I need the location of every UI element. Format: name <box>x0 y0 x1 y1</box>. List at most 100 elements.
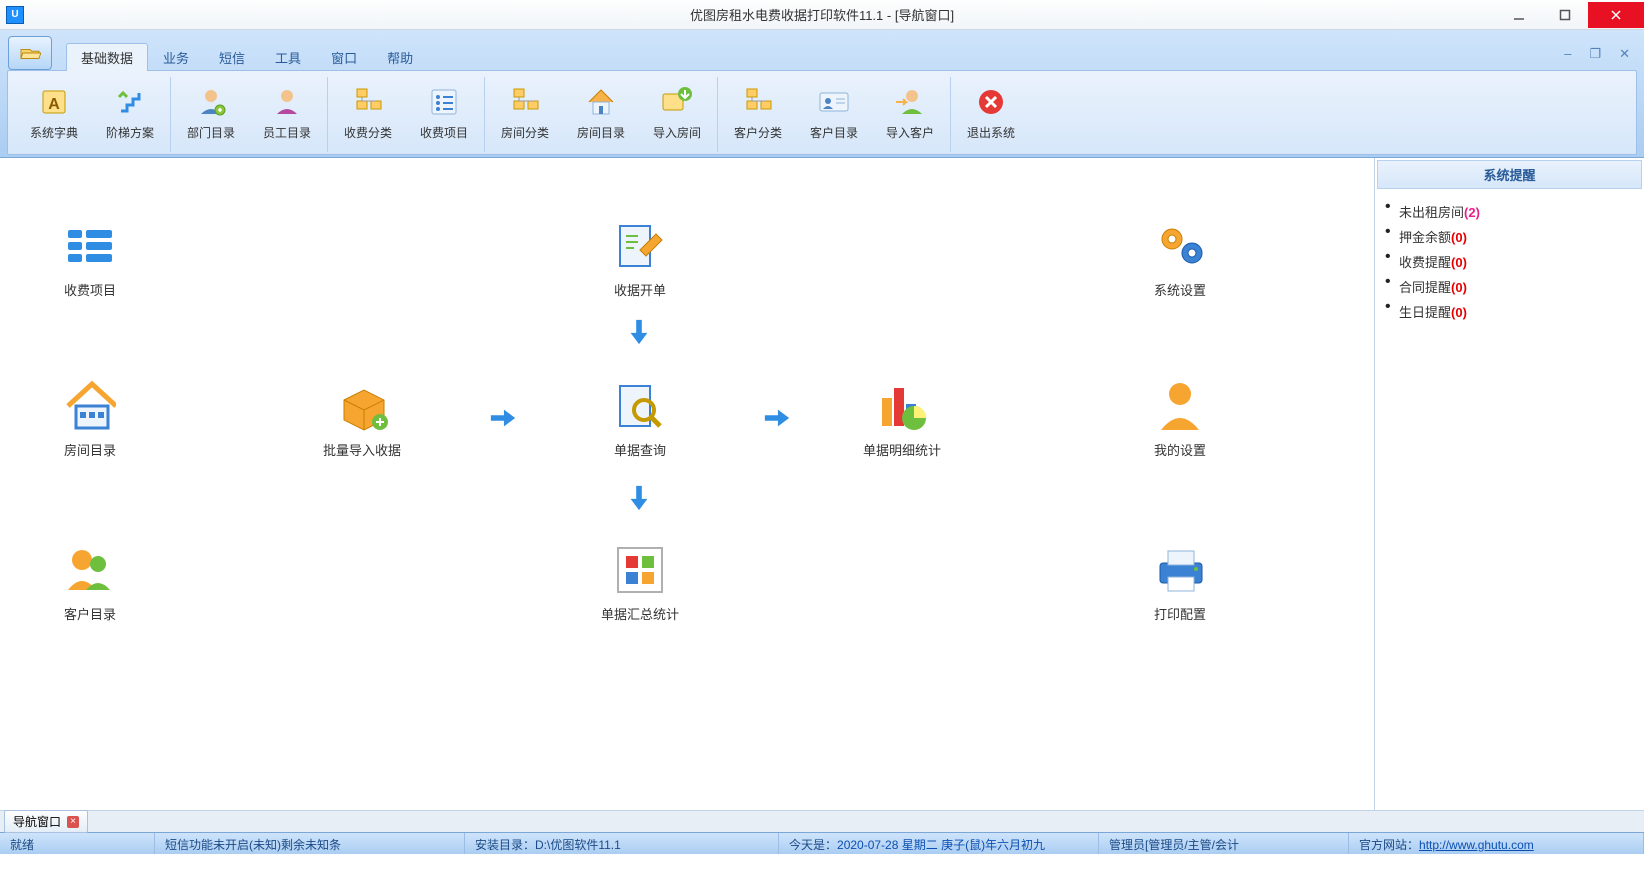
fee-category-label: 收费分类 <box>344 124 392 141</box>
nav-bill-query[interactable]: 单据查询 <box>580 380 700 459</box>
nav-my-setting[interactable]: 我的设置 <box>1120 380 1240 459</box>
document-tabstrip: 导航窗口 × <box>0 810 1644 832</box>
reminder-birthday[interactable]: 生日提醒(0) <box>1399 299 1634 324</box>
nav-bill-summary[interactable]: 单据汇总统计 <box>580 544 700 623</box>
box-icon <box>336 380 388 432</box>
ribbon-group-2: 部门目录 员工目录 <box>171 77 328 152</box>
customer-dir-button[interactable]: 客户目录 <box>796 79 872 150</box>
mdi-minimize-icon[interactable]: – <box>1560 46 1575 62</box>
main-content: 收费项目 房间目录 客户目录 批量导入收据 收据开单 单据查询 单据汇总统计 <box>0 158 1644 810</box>
mdi-restore-icon[interactable]: ❐ <box>1585 46 1605 62</box>
status-today: 今天是：2020-07-28 星期二 庚子(鼠)年六月初九 <box>779 833 1099 854</box>
import-customer-button[interactable]: 导入客户 <box>872 79 948 150</box>
status-install: 安装目录：D:\优图软件11.1 <box>465 833 779 854</box>
nav-room-dir[interactable]: 房间目录 <box>30 380 150 459</box>
reminder-fee-count: (0) <box>1451 255 1467 270</box>
ladder-plan-button[interactable]: 阶梯方案 <box>92 79 168 150</box>
mdi-close-icon[interactable]: ✕ <box>1615 46 1634 62</box>
window-title: 优图房租水电费收据打印软件11.1 - [导航窗口] <box>0 5 1644 24</box>
reminder-deposit[interactable]: 押金余额(0) <box>1399 224 1634 249</box>
reminder-contract-count: (0) <box>1451 280 1467 295</box>
nav-bill-detail[interactable]: 单据明细统计 <box>842 380 962 459</box>
reminder-panel: 系统提醒 未出租房间(2) 押金余额(0) 收费提醒(0) 合同提醒(0) 生日… <box>1374 158 1644 810</box>
doc-tab-label: 导航窗口 <box>13 813 61 830</box>
room-category-button[interactable]: 房间分类 <box>487 79 563 150</box>
reminder-list: 未出租房间(2) 押金余额(0) 收费提醒(0) 合同提醒(0) 生日提醒(0) <box>1377 189 1642 324</box>
close-button[interactable] <box>1588 2 1644 28</box>
nav-fee-item-label: 收费项目 <box>64 280 116 299</box>
tab-business[interactable]: 业务 <box>148 43 204 71</box>
ladder-plan-label: 阶梯方案 <box>106 124 154 141</box>
nav-customer-dir-label: 客户目录 <box>64 604 116 623</box>
ribbon-body: A 系统字典 阶梯方案 部门目录 员工目录 收费分类 <box>7 70 1637 155</box>
nav-bill-query-label: 单据查询 <box>614 440 666 459</box>
nav-sys-setting[interactable]: 系统设置 <box>1120 220 1240 299</box>
nav-receipt-open[interactable]: 收据开单 <box>580 220 700 299</box>
sys-dict-button[interactable]: A 系统字典 <box>16 79 92 150</box>
reminder-fee[interactable]: 收费提醒(0) <box>1399 249 1634 274</box>
arrow-right-icon <box>486 404 520 432</box>
exit-label: 退出系统 <box>967 124 1015 141</box>
room-dir-button[interactable]: 房间目录 <box>563 79 639 150</box>
id-card-icon <box>818 86 850 118</box>
reminder-unrented-count: (2) <box>1464 205 1480 220</box>
window-controls <box>1496 2 1644 28</box>
dept-dir-label: 部门目录 <box>187 124 235 141</box>
tab-basic-data[interactable]: 基础数据 <box>66 43 148 71</box>
tab-window[interactable]: 窗口 <box>316 43 372 71</box>
reminder-unrented-label: 未出租房间 <box>1399 205 1464 220</box>
mdi-controls: – ❐ ✕ <box>1560 46 1634 62</box>
sys-dict-label: 系统字典 <box>30 124 78 141</box>
reminder-deposit-label: 押金余额 <box>1399 230 1451 245</box>
status-today-label: 今天是： <box>789 838 837 852</box>
tab-help[interactable]: 帮助 <box>372 43 428 71</box>
doc-tab-close-icon[interactable]: × <box>67 816 79 828</box>
nav-customer-dir[interactable]: 客户目录 <box>30 544 150 623</box>
app-menu-button[interactable] <box>8 36 52 70</box>
house-icon <box>585 86 617 118</box>
status-bar: 就绪 短信功能未开启(未知)剩余未知条 安装目录：D:\优图软件11.1 今天是… <box>0 832 1644 854</box>
nav-bill-summary-label: 单据汇总统计 <box>601 604 679 623</box>
status-site-label: 官方网站： <box>1359 838 1419 852</box>
fee-category-button[interactable]: 收费分类 <box>330 79 406 150</box>
dept-dir-button[interactable]: 部门目录 <box>173 79 249 150</box>
emp-dir-button[interactable]: 员工目录 <box>249 79 325 150</box>
category-icon <box>352 86 384 118</box>
list-icon <box>428 86 460 118</box>
nav-print-conf-label: 打印配置 <box>1154 604 1206 623</box>
chart-icon <box>876 380 928 432</box>
stairs-icon <box>114 86 146 118</box>
import-icon <box>661 86 693 118</box>
reminder-contract-label: 合同提醒 <box>1399 280 1451 295</box>
room-category-label: 房间分类 <box>501 124 549 141</box>
doc-tab-nav[interactable]: 导航窗口 × <box>4 810 88 833</box>
reminder-unrented[interactable]: 未出租房间(2) <box>1399 199 1634 224</box>
status-site: 官方网站：http://www.ghutu.com <box>1349 833 1644 854</box>
ribbon-tabs: 基础数据 业务 短信 工具 窗口 帮助 – ❐ ✕ <box>66 44 1638 70</box>
tab-sms[interactable]: 短信 <box>204 43 260 71</box>
tab-tools[interactable]: 工具 <box>260 43 316 71</box>
house-icon <box>64 380 116 432</box>
nav-print-conf[interactable]: 打印配置 <box>1120 544 1240 623</box>
nav-batch-import[interactable]: 批量导入收据 <box>302 380 422 459</box>
employee-icon <box>271 86 303 118</box>
edit-doc-icon <box>614 220 666 272</box>
import-room-label: 导入房间 <box>653 124 701 141</box>
import-room-button[interactable]: 导入房间 <box>639 79 715 150</box>
fee-item-button[interactable]: 收费项目 <box>406 79 482 150</box>
maximize-button[interactable] <box>1542 2 1588 28</box>
titlebar: U 优图房租水电费收据打印软件11.1 - [导航窗口] <box>0 0 1644 30</box>
app-icon: U <box>6 6 24 24</box>
nav-fee-item[interactable]: 收费项目 <box>30 220 150 299</box>
emp-dir-label: 员工目录 <box>263 124 311 141</box>
status-site-link[interactable]: http://www.ghutu.com <box>1419 838 1534 852</box>
exit-button[interactable]: 退出系统 <box>953 79 1029 150</box>
nav-bill-detail-label: 单据明细统计 <box>863 440 941 459</box>
ribbon-group-1: A 系统字典 阶梯方案 <box>14 77 171 152</box>
customer-category-button[interactable]: 客户分类 <box>720 79 796 150</box>
nav-batch-import-label: 批量导入收据 <box>323 440 401 459</box>
arrow-down-icon <box>622 318 656 346</box>
ribbon-group-4: 房间分类 房间目录 导入房间 <box>485 77 718 152</box>
minimize-button[interactable] <box>1496 2 1542 28</box>
reminder-contract[interactable]: 合同提醒(0) <box>1399 274 1634 299</box>
